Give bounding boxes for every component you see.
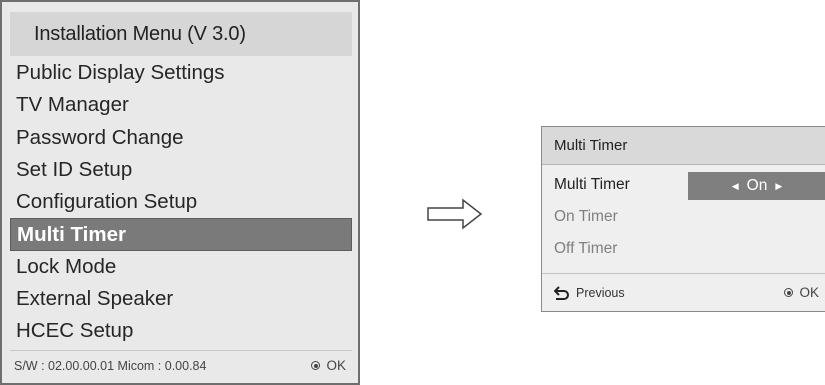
previous-label: Previous [576,285,625,300]
right-triangle-icon[interactable]: ▶ [775,181,782,191]
ok-label: OK [326,358,346,373]
off-timer-label: Off Timer [554,240,618,257]
right-arrow-icon [427,198,483,230]
multi-timer-dialog-footer: Previous OK [542,273,825,311]
installation-menu-list: Public Display Settings TV Manager Passw… [10,57,352,348]
multi-timer-dialog-title: Multi Timer [542,127,825,165]
ok-icon [311,361,321,370]
dialog-ok-label: OK [799,285,819,300]
on-timer-label: On Timer [554,208,618,225]
installation-menu-title: Installation Menu (V 3.0) [10,12,352,56]
ok-icon [784,288,794,297]
software-version: S/W : 02.00.00.01 Micom : 0.00.84 [14,358,207,373]
back-arrow-icon [554,285,569,300]
menu-item-hcec-setup[interactable]: HCEC Setup [10,315,352,347]
dialog-ok-button[interactable]: OK [784,285,819,300]
installation-menu-footer: S/W : 02.00.00.01 Micom : 0.00.84 OK [10,350,352,380]
menu-item-external-speaker[interactable]: External Speaker [10,283,352,315]
menu-item-configuration-setup[interactable]: Configuration Setup [10,186,352,218]
off-timer-row[interactable]: Off Timer [542,233,825,265]
multi-timer-value: On [746,177,768,194]
multi-timer-row[interactable]: Multi Timer ◀ On ▶ [542,169,825,201]
multi-timer-label: Multi Timer [554,176,630,193]
on-timer-row[interactable]: On Timer [542,201,825,233]
previous-button[interactable]: Previous [554,286,625,300]
menu-item-lock-mode[interactable]: Lock Mode [10,251,352,283]
menu-item-tv-manager[interactable]: TV Manager [10,89,352,121]
multi-timer-dialog: Multi Timer Multi Timer ◀ On ▶ On Timer … [541,126,825,312]
menu-item-multi-timer[interactable]: Multi Timer [10,218,352,251]
left-triangle-icon[interactable]: ◀ [732,181,739,191]
ok-button[interactable]: OK [311,358,346,373]
menu-item-password-change[interactable]: Password Change [10,122,352,154]
installation-menu: Installation Menu (V 3.0) Public Display… [0,0,360,385]
multi-timer-selector[interactable]: ◀ On ▶ [688,172,825,200]
menu-item-set-id-setup[interactable]: Set ID Setup [10,154,352,186]
menu-item-public-display-settings[interactable]: Public Display Settings [10,57,352,89]
